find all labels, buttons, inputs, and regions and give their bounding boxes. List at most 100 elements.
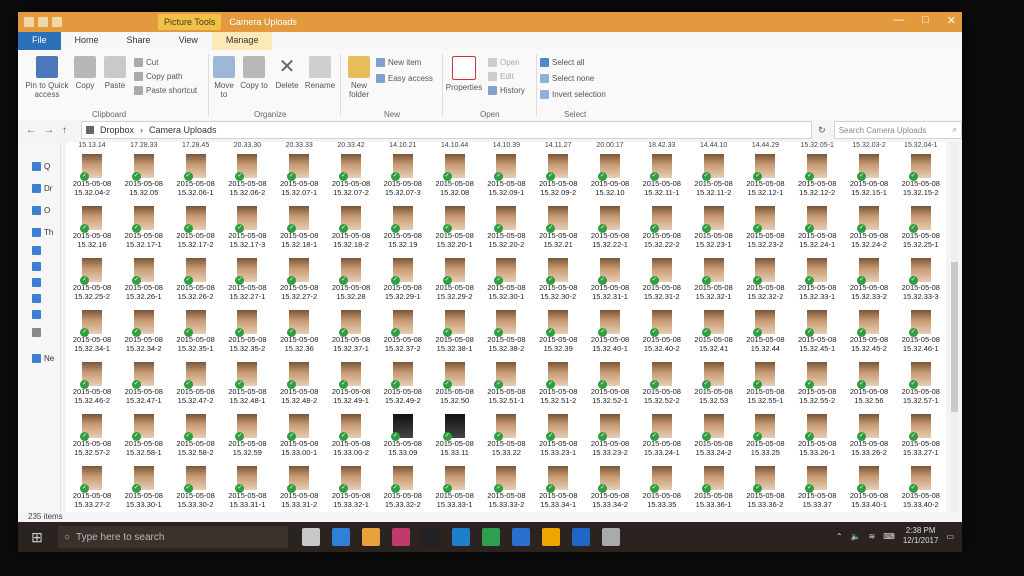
copy-path-button[interactable]: Copy path <box>134 72 182 81</box>
file-item[interactable]: ✓ 2015-05-08 15.33.32-2 <box>377 464 429 512</box>
taskbar-app-icon[interactable] <box>452 528 470 546</box>
file-item[interactable]: ✓ 2015-05-08 15.32.12-2 <box>791 152 843 204</box>
file-item[interactable]: ✓ 2015-05-08 15.33.23-1 <box>532 412 584 464</box>
file-item[interactable]: ✓ 2015-05-08 15.33.33-1 <box>429 464 481 512</box>
taskbar-app-icon[interactable] <box>302 528 320 546</box>
new-folder-button[interactable]: New folder <box>344 56 374 99</box>
nav-pictures[interactable] <box>32 310 41 319</box>
file-item[interactable]: ✓ 2015-05-08 15.33.35 <box>636 464 688 512</box>
minimize-button[interactable]: — <box>893 14 904 27</box>
up-arrow-icon[interactable]: ↑ <box>62 125 67 136</box>
file-item[interactable]: ✓ 2015-05-08 15.32.23-2 <box>739 204 791 256</box>
taskbar-search[interactable]: ○ Type here to search <box>58 526 288 548</box>
tab-share[interactable]: Share <box>113 32 165 50</box>
file-item[interactable]: ✓ 2015-05-08 15.32.32-2 <box>739 256 791 308</box>
taskbar-app-icon[interactable] <box>602 528 620 546</box>
taskbar-app-icon[interactable] <box>572 528 590 546</box>
properties-button[interactable]: Properties <box>444 56 484 92</box>
file-item[interactable]: ✓ 2015-05-08 15.32.52-1 <box>584 360 636 412</box>
file-item[interactable]: ✓ 2015-05-08 15.32.47-1 <box>118 360 170 412</box>
file-item[interactable]: ✓ 2015-05-08 15.32.15-2 <box>895 152 946 204</box>
move-to-button[interactable]: Move to <box>210 56 238 99</box>
file-item[interactable]: ✓ 2015-05-08 15.32.35-1 <box>170 308 222 360</box>
file-item[interactable]: ✓ 2015-05-08 15.33.26-1 <box>791 412 843 464</box>
notifications-icon[interactable]: ▭ <box>946 532 954 541</box>
file-item[interactable]: ✓ 2015-05-08 15.32.33-2 <box>843 256 895 308</box>
file-item[interactable]: ✓ 2015-05-08 15.32.22-1 <box>584 204 636 256</box>
nav-documents[interactable] <box>32 262 41 271</box>
file-item[interactable]: ✓ 2015-05-08 15.32.46-2 <box>66 360 118 412</box>
history-button[interactable]: History <box>488 86 525 95</box>
file-item[interactable]: ✓ 2015-05-08 15.33.24-2 <box>688 412 740 464</box>
file-item[interactable]: ✓ 2015-05-08 15.32.59 <box>221 412 273 464</box>
file-item[interactable]: ✓ 2015-05-08 15.32.15-1 <box>843 152 895 204</box>
quick-access-toolbar[interactable] <box>24 17 62 27</box>
file-item[interactable]: ✓ 2015-05-08 15.32.38-1 <box>429 308 481 360</box>
file-item[interactable]: ✓ 2015-05-08 15.32.07-2 <box>325 152 377 204</box>
nav-downloads[interactable] <box>32 278 41 287</box>
paste-button[interactable]: Paste <box>102 56 128 90</box>
taskbar-app-icon[interactable] <box>482 528 500 546</box>
file-item[interactable]: ✓ 2015-05-08 15.32.37-2 <box>377 308 429 360</box>
file-item[interactable]: ✓ 2015-05-08 15.33.00-1 <box>273 412 325 464</box>
taskbar-app-icon[interactable] <box>542 528 560 546</box>
file-item[interactable]: ✓ 2015-05-08 15.32.30-2 <box>532 256 584 308</box>
file-item[interactable]: ✓ 2015-05-08 15.32.58-1 <box>118 412 170 464</box>
file-item[interactable]: ✓ 2015-05-08 15.32.19 <box>377 204 429 256</box>
file-item[interactable]: ✓ 2015-05-08 15.33.34-2 <box>584 464 636 512</box>
file-item[interactable]: ✓ 2015-05-08 15.32.48-1 <box>221 360 273 412</box>
nav-this-pc[interactable]: Th <box>32 228 53 237</box>
file-item[interactable]: ✓ 2015-05-08 15.32.58-2 <box>170 412 222 464</box>
file-item[interactable]: ✓ 2015-05-08 15.32.08 <box>429 152 481 204</box>
file-item[interactable]: ✓ 2015-05-08 15.32.53 <box>688 360 740 412</box>
file-item[interactable]: ✓ 2015-05-08 15.32.57-1 <box>895 360 946 412</box>
file-item[interactable]: ✓ 2015-05-08 15.32.35-2 <box>221 308 273 360</box>
file-item[interactable]: ✓ 2015-05-08 15.32.51-2 <box>532 360 584 412</box>
file-item[interactable]: ✓ 2015-05-08 15.33.33-2 <box>480 464 532 512</box>
nav-dropbox[interactable]: Dr <box>32 184 52 193</box>
file-item[interactable]: ✓ 2015-05-08 15.32.52-2 <box>636 360 688 412</box>
wifi-icon[interactable]: ≋ <box>869 532 876 541</box>
file-item[interactable]: ✓ 2015-05-08 15.33.25 <box>739 412 791 464</box>
file-item[interactable]: ✓ 2015-05-08 15.32.18-1 <box>273 204 325 256</box>
file-item[interactable]: ✓ 2015-05-08 15.32.27-2 <box>273 256 325 308</box>
new-item-button[interactable]: New item <box>376 58 421 67</box>
file-item[interactable]: ✓ 2015-05-08 15.33.11 <box>429 412 481 464</box>
file-item[interactable]: ✓ 2015-05-08 15.32.55-1 <box>739 360 791 412</box>
file-item[interactable]: ✓ 2015-05-08 15.33.27-1 <box>895 412 946 464</box>
file-item[interactable]: ✓ 2015-05-08 15.32.07-1 <box>273 152 325 204</box>
search-input[interactable]: Search Camera Uploads ⌕ <box>833 121 962 139</box>
tab-manage[interactable]: Manage <box>211 32 273 50</box>
nav-desktop[interactable] <box>32 246 41 255</box>
file-item[interactable]: ✓ 2015-05-08 15.32.11-1 <box>636 152 688 204</box>
select-none-button[interactable]: Select none <box>540 74 594 83</box>
file-item[interactable]: ✓ 2015-05-08 15.32.09-1 <box>480 152 532 204</box>
file-item[interactable]: ✓ 2015-05-08 15.32.31-2 <box>636 256 688 308</box>
file-item[interactable]: ✓ 2015-05-08 15.32.07-3 <box>377 152 429 204</box>
windows-start-icon[interactable]: ⊞ <box>26 526 48 548</box>
file-item[interactable]: ✓ 2015-05-08 15.32.20-2 <box>480 204 532 256</box>
nav-onedrive[interactable]: O <box>32 206 50 215</box>
file-item[interactable]: ✓ 2015-05-08 15.32.49-1 <box>325 360 377 412</box>
file-item[interactable]: ✓ 2015-05-08 15.33.22 <box>480 412 532 464</box>
file-item[interactable]: ✓ 2015-05-08 15.32.50 <box>429 360 481 412</box>
cut-button[interactable]: Cut <box>134 58 158 67</box>
file-item[interactable]: ✓ 2015-05-08 15.33.31-1 <box>221 464 273 512</box>
taskbar-app-icon[interactable] <box>422 528 440 546</box>
taskbar-app-icon[interactable] <box>362 528 380 546</box>
file-item[interactable]: ✓ 2015-05-08 15.32.17-3 <box>221 204 273 256</box>
file-item[interactable]: ✓ 2015-05-08 15.32.11-2 <box>688 152 740 204</box>
file-item[interactable]: ✓ 2015-05-08 15.32.05 <box>118 152 170 204</box>
file-item[interactable]: ✓ 2015-05-08 15.32.26-1 <box>118 256 170 308</box>
file-item[interactable]: ✓ 2015-05-08 15.32.33-1 <box>791 256 843 308</box>
file-item[interactable]: ✓ 2015-05-08 15.32.20-1 <box>429 204 481 256</box>
nav-quick-access[interactable]: Q <box>32 162 50 171</box>
file-item[interactable]: ✓ 2015-05-08 15.32.45-1 <box>791 308 843 360</box>
file-item[interactable]: ✓ 2015-05-08 15.32.57-2 <box>66 412 118 464</box>
easy-access-button[interactable]: Easy access <box>376 74 433 83</box>
file-item[interactable]: ✓ 2015-05-08 15.33.26-2 <box>843 412 895 464</box>
paste-shortcut-button[interactable]: Paste shortcut <box>134 86 197 95</box>
tab-file[interactable]: File <box>18 32 61 50</box>
pin-quick-access-button[interactable]: Pin to Quick access <box>24 56 70 99</box>
file-item[interactable]: ✓ 2015-05-08 15.32.24-1 <box>791 204 843 256</box>
